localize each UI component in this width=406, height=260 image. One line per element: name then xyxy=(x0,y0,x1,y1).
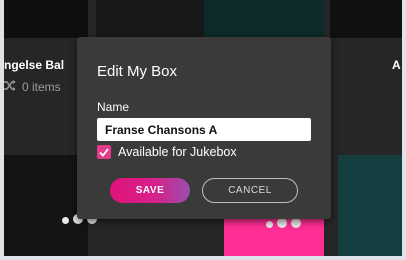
box-tile[interactable] xyxy=(330,0,402,38)
box-title[interactable]: ngelse Bal xyxy=(4,58,64,72)
save-button[interactable]: SAVE xyxy=(110,178,190,203)
cancel-button[interactable]: CANCEL xyxy=(202,178,298,203)
box-tile[interactable] xyxy=(4,0,88,38)
name-input[interactable] xyxy=(97,118,311,141)
loading-dots-icon xyxy=(266,218,301,228)
box-tile[interactable] xyxy=(4,155,88,256)
jukebox-option[interactable]: Available for Jukebox xyxy=(97,145,237,159)
edit-box-dialog: Edit My Box Name Available for Jukebox S… xyxy=(77,37,331,219)
jukebox-label: Available for Jukebox xyxy=(118,145,237,159)
jukebox-checkbox[interactable] xyxy=(97,145,111,159)
box-title[interactable]: A xyxy=(392,58,401,72)
box-item-count: 0 items xyxy=(4,80,61,94)
item-count-label: 0 items xyxy=(22,80,61,94)
box-tile[interactable] xyxy=(204,0,324,38)
dialog-title: Edit My Box xyxy=(97,63,178,80)
shuffle-icon xyxy=(4,80,16,94)
box-tile[interactable] xyxy=(338,155,402,256)
box-tile[interactable] xyxy=(96,0,204,38)
name-label: Name xyxy=(97,100,130,114)
checkmark-icon xyxy=(99,147,109,157)
